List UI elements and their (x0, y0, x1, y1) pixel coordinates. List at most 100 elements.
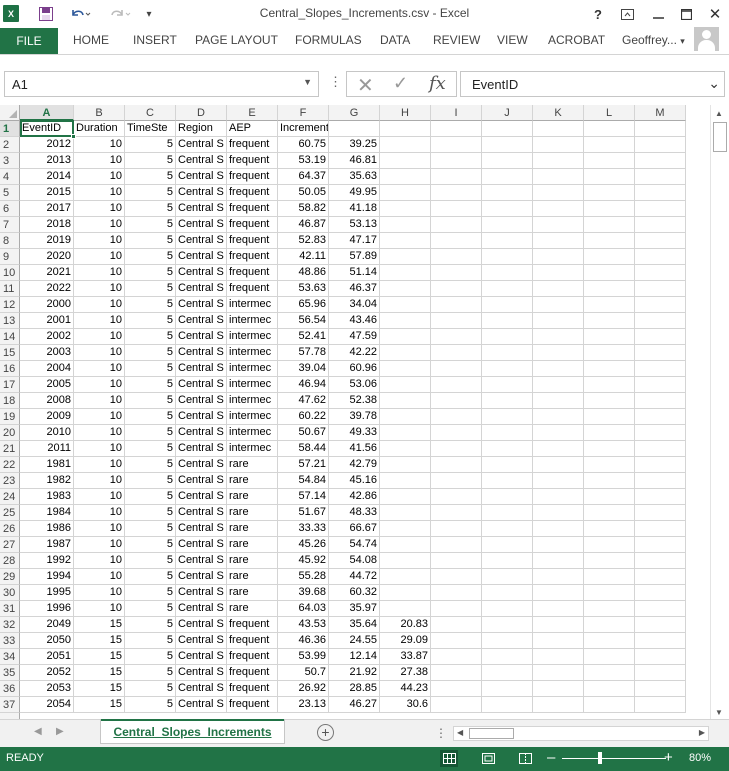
cell[interactable]: 47.59 (329, 329, 380, 345)
column-header-l[interactable]: L (584, 105, 635, 121)
cell[interactable]: rare (227, 601, 278, 617)
row-header[interactable]: 8 (0, 233, 20, 249)
cell[interactable]: 2015 (20, 185, 74, 201)
cell[interactable] (380, 489, 431, 505)
cell[interactable]: Central S (176, 185, 227, 201)
cell[interactable]: 51.14 (329, 265, 380, 281)
cell[interactable]: Central S (176, 649, 227, 665)
cell[interactable] (431, 233, 482, 249)
cell[interactable]: 10 (74, 153, 125, 169)
cell[interactable] (482, 633, 533, 649)
cell[interactable]: 64.37 (278, 169, 329, 185)
cell[interactable]: 10 (74, 425, 125, 441)
cell[interactable]: 5 (125, 585, 176, 601)
cell[interactable] (431, 185, 482, 201)
cell[interactable]: 5 (125, 649, 176, 665)
cell[interactable]: 2013 (20, 153, 74, 169)
cell[interactable]: 1983 (20, 489, 74, 505)
cell[interactable] (482, 665, 533, 681)
cell[interactable]: 5 (125, 633, 176, 649)
cell[interactable] (584, 233, 635, 249)
cell[interactable]: 5 (125, 377, 176, 393)
cell[interactable]: 49.95 (329, 185, 380, 201)
cell[interactable] (584, 553, 635, 569)
cell[interactable] (584, 361, 635, 377)
cell[interactable] (635, 585, 686, 601)
cell[interactable]: Central S (176, 345, 227, 361)
zoom-slider[interactable] (562, 752, 666, 764)
cell[interactable]: 34.04 (329, 297, 380, 313)
cell[interactable]: 2000 (20, 297, 74, 313)
cell[interactable]: frequent (227, 697, 278, 713)
cell[interactable] (635, 153, 686, 169)
select-all-button[interactable] (0, 105, 20, 121)
page-break-view-icon[interactable] (516, 750, 534, 767)
cell[interactable]: frequent (227, 665, 278, 681)
cell[interactable] (431, 265, 482, 281)
cell[interactable] (533, 265, 584, 281)
cell[interactable]: 41.18 (329, 201, 380, 217)
cell[interactable] (635, 425, 686, 441)
cell[interactable] (482, 521, 533, 537)
cell[interactable]: 33.87 (380, 649, 431, 665)
cell[interactable] (482, 441, 533, 457)
cell[interactable]: 10 (74, 265, 125, 281)
cell[interactable] (431, 633, 482, 649)
cell[interactable]: 35.64 (329, 617, 380, 633)
cell[interactable] (533, 505, 584, 521)
cell[interactable]: intermec (227, 345, 278, 361)
cell[interactable]: 53.06 (329, 377, 380, 393)
avatar[interactable] (694, 27, 719, 51)
cell[interactable]: 2004 (20, 361, 74, 377)
cell[interactable] (533, 201, 584, 217)
cell[interactable] (533, 633, 584, 649)
cell[interactable] (380, 409, 431, 425)
cell[interactable] (380, 441, 431, 457)
cell[interactable] (482, 681, 533, 697)
cell[interactable]: 49.33 (329, 425, 380, 441)
cell[interactable] (431, 617, 482, 633)
cell[interactable]: 10 (74, 185, 125, 201)
scroll-down-icon[interactable]: ▼ (715, 708, 723, 717)
cell[interactable]: 10 (74, 233, 125, 249)
row-header[interactable]: 21 (0, 441, 20, 457)
cell[interactable] (431, 329, 482, 345)
cell[interactable] (533, 297, 584, 313)
cell[interactable]: 2010 (20, 425, 74, 441)
cell[interactable]: rare (227, 457, 278, 473)
cell[interactable]: 10 (74, 217, 125, 233)
cell[interactable] (635, 553, 686, 569)
cell[interactable] (584, 393, 635, 409)
cell[interactable]: frequent (227, 137, 278, 153)
cell[interactable]: intermec (227, 313, 278, 329)
column-header-m[interactable]: M (635, 105, 686, 121)
cell[interactable] (584, 649, 635, 665)
cell[interactable]: Central S (176, 457, 227, 473)
cell[interactable] (431, 489, 482, 505)
cell[interactable]: Central S (176, 553, 227, 569)
cell[interactable] (635, 217, 686, 233)
tab-review[interactable]: REVIEW (433, 33, 480, 47)
cell[interactable] (533, 585, 584, 601)
cell[interactable]: 2021 (20, 265, 74, 281)
cell[interactable]: 47.17 (329, 233, 380, 249)
column-header-k[interactable]: K (533, 105, 584, 121)
cell[interactable]: 10 (74, 329, 125, 345)
cell[interactable]: 39.04 (278, 361, 329, 377)
column-header-c[interactable]: C (125, 105, 176, 121)
cell[interactable]: Central S (176, 473, 227, 489)
cell[interactable]: Central S (176, 537, 227, 553)
cell[interactable] (431, 601, 482, 617)
cell[interactable]: 35.97 (329, 601, 380, 617)
cell[interactable]: 39.78 (329, 409, 380, 425)
cell[interactable]: 5 (125, 537, 176, 553)
cell[interactable]: 44.72 (329, 569, 380, 585)
cell[interactable]: rare (227, 473, 278, 489)
cell[interactable] (482, 505, 533, 521)
cell[interactable] (533, 409, 584, 425)
cell[interactable]: Central S (176, 633, 227, 649)
tab-home[interactable]: HOME (73, 33, 109, 47)
cell[interactable] (431, 585, 482, 601)
cell[interactable]: 2009 (20, 409, 74, 425)
cell[interactable] (431, 297, 482, 313)
